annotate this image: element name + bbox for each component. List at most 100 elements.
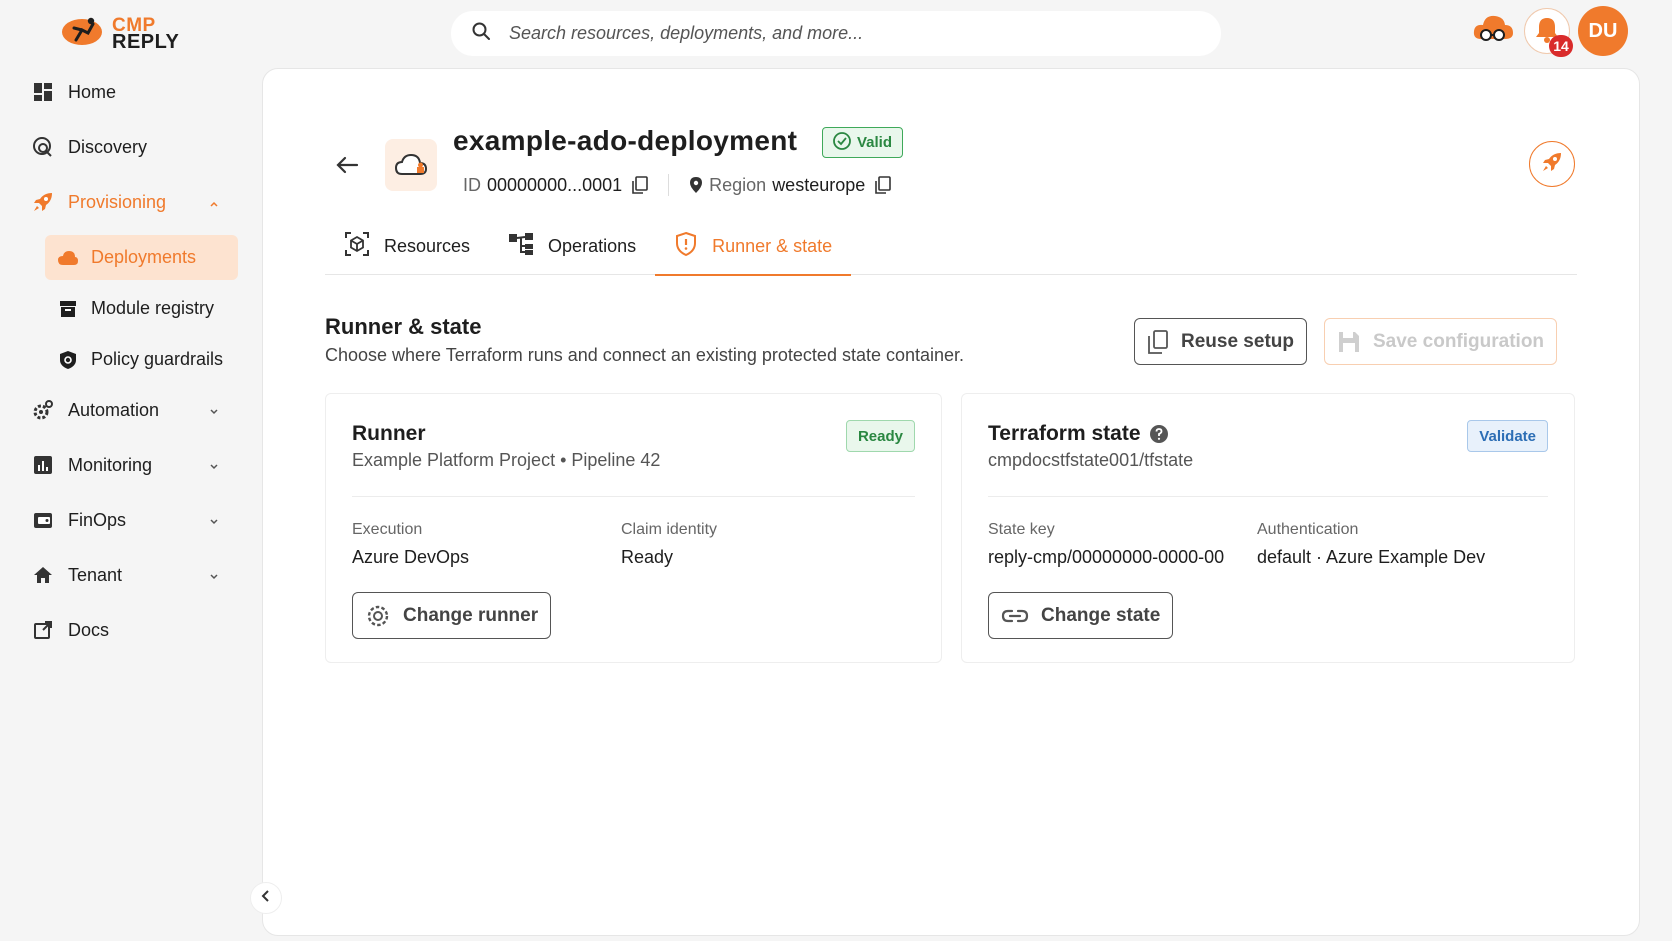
tab-bar: Resources Operations Runner & state (325, 217, 1577, 276)
rocket-icon (32, 191, 54, 213)
chart-icon (32, 454, 54, 476)
sidebar-item-label: Home (68, 81, 117, 102)
reuse-setup-label: Reuse setup (1181, 330, 1294, 352)
brand-logo[interactable]: CMP REPLY (60, 14, 179, 53)
state-card-subtitle: cmpdocstfstate001/tfstate (988, 450, 1194, 470)
state-key-value: reply-cmp/00000000-0000-00 (988, 547, 1225, 567)
back-arrow-icon[interactable] (335, 155, 359, 180)
id-value: 00000000...0001 (487, 174, 623, 195)
save-configuration-label: Save configuration (1373, 330, 1545, 352)
state-key-label: State key (988, 521, 1055, 538)
execution-field: Execution Azure DevOps (352, 521, 469, 568)
tab-label: Operations (548, 235, 637, 256)
tab-operations[interactable]: Operations (489, 217, 655, 275)
hierarchy-icon (508, 232, 534, 261)
chevron-down-icon (208, 457, 220, 478)
sidebar-item-policy-guardrails[interactable]: Policy guardrails (45, 337, 238, 382)
change-runner-label: Change runner (403, 604, 539, 626)
copy-icon (1147, 329, 1169, 355)
cube-icon (344, 231, 370, 262)
copy-id-icon[interactable] (632, 176, 648, 194)
sidebar-item-docs[interactable]: Docs (0, 608, 248, 652)
cloud-binoculars-button[interactable] (1470, 8, 1516, 54)
change-state-button[interactable]: Change state (988, 592, 1174, 639)
sidebar-subitem-label: Policy guardrails (91, 349, 224, 369)
gear-icon (365, 603, 391, 629)
sidebar-item-finops[interactable]: FinOps (0, 498, 248, 542)
claim-identity-value: Ready (621, 547, 674, 567)
deploy-rocket-button[interactable] (1529, 141, 1575, 187)
sidebar-item-automation[interactable]: Automation (0, 388, 248, 432)
sidebar-item-module-registry[interactable]: Module registry (45, 286, 238, 331)
brand-line2: REPLY (112, 30, 180, 53)
section-title: Runner & state (325, 314, 482, 339)
tab-label: Runner & state (712, 235, 833, 256)
section-description: Choose where Terraform runs and connect … (325, 345, 965, 365)
region-label: Region (709, 174, 767, 195)
state-card-title: Terraform state (988, 422, 1169, 446)
search-bar[interactable] (451, 11, 1221, 56)
claim-identity-field: Claim identity Ready (621, 521, 717, 568)
copy-region-icon[interactable] (875, 176, 892, 194)
change-runner-button[interactable]: Change runner (352, 592, 552, 639)
topbar-actions: 14 DU (1470, 6, 1628, 57)
user-avatar[interactable]: DU (1578, 6, 1628, 56)
brand-wordmark: CMP REPLY (112, 16, 180, 53)
page-title: example-ado-deployment (453, 125, 798, 156)
runner-card-title: Runner (352, 422, 426, 446)
card-divider (352, 496, 915, 497)
main-panel: example-ado-deployment Valid ID 00000000… (262, 68, 1640, 936)
help-icon[interactable] (1149, 424, 1169, 444)
tab-runner-state[interactable]: Runner & state (655, 217, 852, 276)
authentication-field: Authentication default · Azure Example D… (1257, 521, 1485, 568)
chevron-down-icon (208, 402, 220, 423)
tab-resources[interactable]: Resources (325, 217, 489, 275)
region-value: westeurope (772, 174, 866, 195)
execution-label: Execution (352, 521, 423, 538)
status-badge: Valid (822, 127, 904, 158)
notifications-button[interactable]: 14 (1524, 8, 1573, 57)
authentication-value: default · Azure Example Dev (1257, 547, 1486, 567)
chevron-left-icon (260, 889, 272, 908)
sidebar-item-monitoring[interactable]: Monitoring (0, 443, 248, 487)
home-icon (32, 564, 54, 586)
sidebar-item-label: Discovery (68, 136, 148, 157)
rocket-icon (1541, 151, 1563, 178)
cloud-binoculars-icon (1471, 11, 1515, 52)
authentication-label: Authentication (1257, 521, 1359, 538)
card-divider (988, 496, 1548, 497)
shield-alert-icon (674, 231, 698, 262)
shield-icon (57, 349, 79, 371)
runner-card-subtitle: Example Platform Project • Pipeline 42 (352, 450, 661, 470)
collapse-sidebar-button[interactable] (250, 882, 282, 914)
tab-label: Resources (384, 235, 471, 256)
state-title-text: Terraform state (988, 422, 1141, 445)
save-configuration-button[interactable]: Save configuration (1324, 318, 1558, 365)
gear-icon (32, 399, 54, 421)
sidebar-item-deployments[interactable]: Deployments (45, 235, 238, 280)
runner-card: Runner Example Platform Project • Pipeli… (325, 393, 942, 663)
cloud-icon (57, 247, 79, 269)
reuse-setup-button[interactable]: Reuse setup (1134, 318, 1307, 365)
search-input[interactable] (509, 23, 1221, 44)
sidebar-item-label: Provisioning (68, 191, 167, 212)
sidebar-item-tenant[interactable]: Tenant (0, 553, 248, 597)
check-circle-icon (833, 131, 851, 154)
execution-value: Azure DevOps (352, 547, 470, 567)
id-label: ID (463, 174, 481, 195)
sidebar-subitem-label: Deployments (91, 247, 197, 267)
save-icon (1337, 330, 1361, 354)
location-pin-icon (689, 176, 703, 194)
runner-ready-badge: Ready (845, 420, 915, 452)
sidebar-item-provisioning[interactable]: Provisioning (0, 180, 248, 224)
sidebar-item-discovery[interactable]: Discovery (0, 125, 248, 169)
status-badge-label: Valid (857, 134, 893, 151)
claim-identity-label: Claim identity (621, 521, 718, 538)
chevron-up-icon (208, 194, 220, 215)
validate-badge[interactable]: Validate (1467, 420, 1548, 452)
discovery-icon (32, 136, 54, 158)
runner-logo-icon (60, 14, 108, 53)
sidebar-item-label: Automation (68, 399, 160, 420)
terraform-state-card: Terraform state cmpdocstfstate001/tfstat… (961, 393, 1575, 663)
sidebar-item-home[interactable]: Home (0, 70, 248, 114)
